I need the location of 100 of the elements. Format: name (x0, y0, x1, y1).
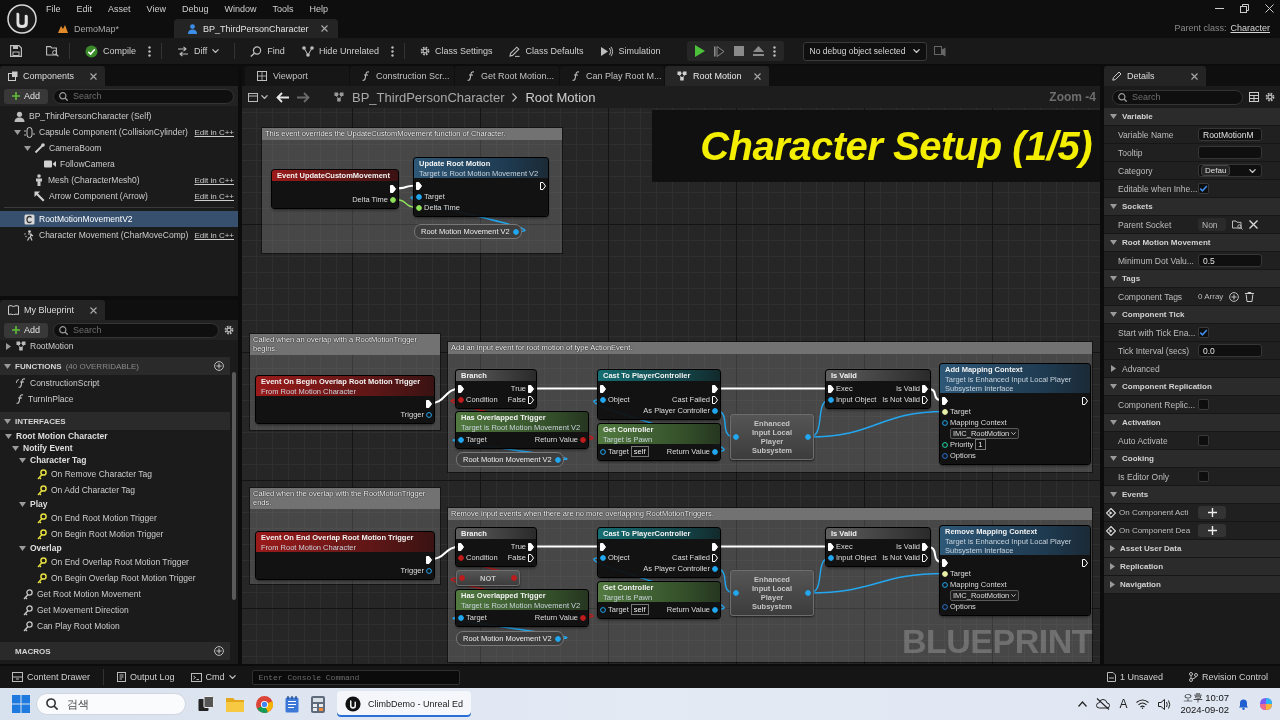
stop-icon[interactable] (733, 46, 744, 56)
category-item[interactable]: Root Motion Character (0, 430, 230, 442)
parent-class-link[interactable]: Character (1230, 22, 1270, 33)
edit-link[interactable]: Edit in C++ (194, 191, 234, 201)
exec-pin-icon[interactable] (390, 184, 396, 193)
list-item[interactable]: On End Overlap Root Motion Trigger (0, 554, 230, 570)
section-header[interactable]: INTERFACES (0, 412, 230, 430)
close-icon[interactable] (90, 306, 97, 314)
exec-pin-icon[interactable] (1082, 558, 1088, 567)
close-icon[interactable] (754, 72, 761, 80)
output-log-button[interactable]: Output Log (111, 668, 181, 686)
graph-tab[interactable]: Can Play Root M... (560, 66, 664, 86)
edit-link[interactable]: Edit in C++ (194, 175, 234, 185)
caret-down-icon[interactable] (23, 145, 31, 151)
close-icon[interactable] (1191, 72, 1198, 80)
data-pin-icon[interactable] (458, 436, 464, 443)
unsaved-button[interactable]: 1 Unsaved (1100, 668, 1169, 686)
save-icon[interactable] (10, 45, 22, 57)
exec-pin-icon[interactable] (712, 395, 718, 404)
folder-search-icon[interactable] (46, 45, 59, 57)
forward-arrow-icon[interactable] (297, 91, 310, 103)
component-item[interactable]: Arrow Component (Arrow) Edit in C++ (0, 188, 238, 204)
chevron-up-icon[interactable] (1078, 701, 1088, 707)
category-item[interactable]: Character Tag (0, 454, 230, 466)
category-item[interactable]: Play (0, 498, 230, 510)
caret-down-icon[interactable] (1110, 312, 1117, 317)
section-header[interactable]: FUNCTIONS (40 OVERRIDABLE) (0, 357, 230, 375)
data-pin-icon[interactable] (828, 396, 834, 403)
list-item[interactable]: TurnInPlace (0, 391, 230, 407)
menu-item[interactable]: Help (301, 0, 336, 17)
section-header[interactable]: Component Tick (1104, 306, 1280, 324)
category-item[interactable]: Notify Event (0, 442, 230, 454)
category-item[interactable]: Overlap (0, 542, 230, 554)
more-options-icon[interactable] (148, 45, 151, 57)
text-field[interactable]: RootMotionM (1198, 128, 1262, 141)
checkbox[interactable] (1198, 327, 1209, 338)
advanced-expander[interactable]: Advanced (1104, 360, 1280, 378)
add-button[interactable]: Add (4, 322, 48, 338)
caret-right-icon[interactable] (1110, 581, 1115, 588)
component-item[interactable]: BP_ThirdPersonCharacter (Self) (0, 108, 238, 124)
graph-tab[interactable]: Construction Scr... (350, 66, 454, 86)
content-drawer-button[interactable]: Content Drawer (6, 668, 97, 686)
exec-pin-icon[interactable] (828, 384, 834, 393)
list-item[interactable]: On Remove Character Tag (0, 466, 230, 482)
search-field[interactable]: Search (1112, 89, 1243, 105)
exec-pin-icon[interactable] (712, 553, 718, 562)
data-pin-icon[interactable] (458, 614, 464, 621)
diff-button[interactable]: Diff (172, 41, 225, 61)
document-tab[interactable]: DemoMap* (44, 19, 168, 38)
data-pin-icon[interactable] (712, 606, 718, 613)
exec-pin-icon[interactable] (600, 384, 606, 393)
component-item[interactable]: FollowCamera (0, 156, 238, 172)
bell-icon[interactable] (1238, 698, 1249, 710)
close-icon[interactable] (90, 72, 97, 80)
edit-link[interactable]: Edit in C++ (194, 230, 234, 240)
add-circle-icon[interactable] (214, 361, 224, 371)
checkbox[interactable] (1198, 435, 1209, 446)
caret-down-icon[interactable] (1110, 384, 1117, 389)
component-item[interactable]: Character Movement (CharMoveComp) Edit in C++ (0, 227, 238, 243)
caret-down-icon[interactable] (1110, 276, 1117, 281)
section-header[interactable]: Variable (1104, 108, 1280, 126)
crossed-cloud-icon[interactable] (1096, 698, 1111, 710)
caret-down-icon[interactable] (1110, 492, 1117, 497)
exec-pin-icon[interactable] (942, 558, 948, 567)
list-item[interactable]: Get Root Motion Movement (0, 586, 230, 602)
exec-pin-icon[interactable] (426, 555, 432, 564)
exec-pin-icon[interactable] (922, 395, 928, 404)
text-field[interactable]: 0.5 (1198, 254, 1262, 267)
data-pin-icon[interactable] (712, 407, 718, 414)
list-item[interactable]: On Begin Root Motion Trigger (0, 526, 230, 542)
more-options-icon[interactable] (390, 45, 394, 57)
taskbar-app-button[interactable]: ClimbDemo - Unreal Ed (337, 691, 472, 717)
panel-tab[interactable]: Details (1104, 66, 1206, 86)
taskbar-search-field[interactable]: 검색 (36, 693, 186, 715)
exec-pin-icon[interactable] (528, 395, 534, 404)
exec-pin-icon[interactable] (1082, 396, 1088, 405)
graph-tab[interactable]: Get Root Motion... (455, 66, 559, 86)
restore-icon[interactable] (1240, 4, 1249, 13)
section-header[interactable]: Component Replication (1104, 378, 1280, 396)
speaker-icon[interactable] (1158, 698, 1172, 710)
component-item[interactable]: Mesh (CharacterMesh0) Edit in C++ (0, 172, 238, 188)
text-field[interactable] (1198, 146, 1262, 159)
settings-icon[interactable] (419, 46, 430, 56)
exec-pin-icon[interactable] (540, 181, 546, 190)
step-icon[interactable] (713, 45, 725, 57)
colorful-app-icon[interactable] (1258, 696, 1274, 712)
menu-item[interactable]: Edit (68, 0, 101, 17)
play-icon[interactable] (694, 45, 705, 57)
calculator-icon[interactable] (311, 695, 325, 713)
class-defaults-button[interactable]: Class Defaults (504, 41, 589, 61)
back-arrow-icon[interactable] (276, 91, 289, 103)
caret-down-icon[interactable] (1110, 456, 1117, 461)
component-item[interactable]: CameraBoom (0, 140, 238, 156)
exec-pin-icon[interactable] (922, 384, 928, 393)
list-item[interactable]: Can Play Root Motion (0, 618, 230, 634)
menu-item[interactable]: File (44, 0, 69, 17)
trash-icon[interactable] (1245, 291, 1255, 302)
section-header[interactable]: Tags (1104, 270, 1280, 288)
caret-down-icon[interactable] (18, 501, 26, 507)
exec-pin-icon[interactable] (922, 553, 928, 562)
